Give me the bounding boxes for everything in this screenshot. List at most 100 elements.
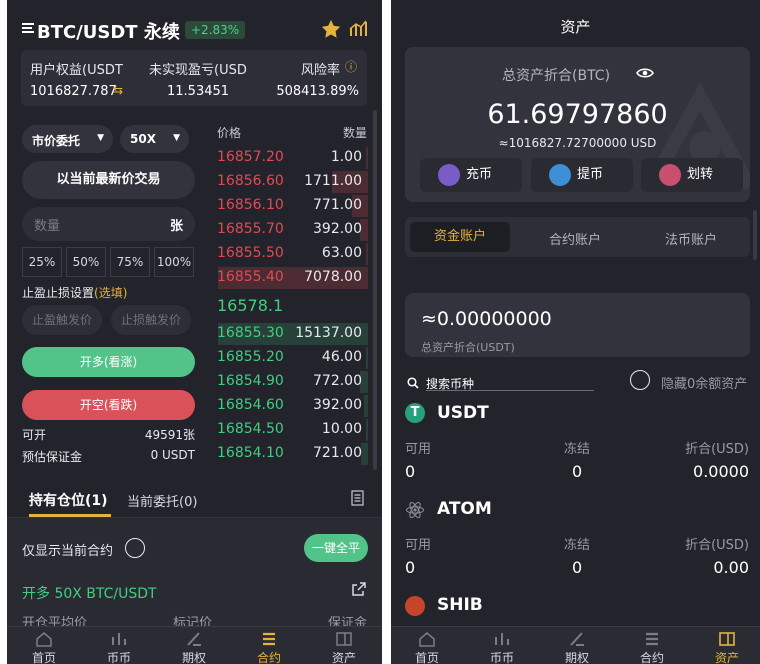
hide-zero-label: 隐藏0余额资产 [661, 377, 748, 392]
price-header: 价格 [217, 126, 242, 140]
open-long-button[interactable]: 开多(看涨) [22, 347, 195, 377]
percent-100-button[interactable]: 100% [154, 247, 194, 277]
coin-symbol-atom[interactable]: ATOM [437, 499, 492, 519]
orderbook-scrollbar[interactable] [373, 110, 377, 470]
ask-row[interactable]: 16855.50 63.00 [215, 242, 368, 266]
ask-qty: 771.00 [313, 197, 362, 213]
bid-depth-bar [366, 419, 368, 441]
bid-row[interactable]: 16854.10 721.00 [215, 442, 368, 466]
quantity-input[interactable]: 数量 张 [22, 207, 195, 241]
ask-qty: 63.00 [321, 245, 362, 261]
transfer-button[interactable]: 划转 [641, 158, 743, 192]
hide-zero-checkbox[interactable] [630, 370, 650, 390]
chart-icon[interactable] [348, 19, 368, 43]
tab-fiat-account[interactable]: 法币账户 [665, 229, 717, 248]
nav-contract[interactable]: 合约 [244, 631, 294, 664]
account-summary: 用户权益(USDT 1016827.787 ⇆ 未实现盈亏(USD 11.534… [21, 50, 367, 106]
pair-title[interactable]: BTC/USDT 永续 [37, 18, 180, 44]
nav-home[interactable]: 首页 [402, 631, 452, 664]
nav-contract[interactable]: 合约 [627, 631, 677, 664]
share-icon[interactable] [351, 581, 367, 601]
bottom-nav: 首页 币币 期权 合约 资产 [7, 626, 382, 664]
stop-loss-input[interactable]: 止损触发价 [111, 305, 191, 335]
deposit-icon [438, 164, 460, 186]
star-icon[interactable] [320, 18, 342, 44]
percent-50-button[interactable]: 50% [66, 247, 106, 277]
deposit-label: 充币 [466, 167, 493, 182]
tpsl-setting[interactable]: 止盈止损设置(选填) [22, 284, 127, 301]
nav-assets[interactable]: 资产 [319, 631, 369, 664]
tab-funding-account[interactable]: 资金账户 [410, 222, 510, 252]
bid-price: 16855.30 [217, 325, 284, 341]
position-tabs: 持有仓位(1) 当前委托(0) [7, 478, 382, 518]
last-price: 16578.1 [217, 296, 284, 315]
nav-options[interactable]: 期权 [169, 631, 219, 664]
nav-assets[interactable]: 资产 [702, 631, 752, 664]
nav-options[interactable]: 期权 [552, 631, 602, 664]
bid-row[interactable]: 16855.30 15137.00 [215, 322, 368, 346]
bid-qty: 772.00 [313, 373, 362, 389]
ask-price: 16856.60 [217, 173, 284, 189]
bid-row[interactable]: 16854.60 392.00 [215, 394, 368, 418]
ask-row[interactable]: 16856.60 1711.00 [215, 170, 368, 194]
eye-icon[interactable] [636, 65, 654, 84]
atom-frozen-label: 冻结 [564, 538, 591, 553]
ask-row[interactable]: 16855.40 7078.00 [215, 266, 368, 290]
bottom-nav: 首页 币币 期权 合约 资产 [391, 626, 760, 664]
margin-value: 0 USDT [150, 448, 195, 462]
spot-icon [495, 633, 509, 645]
ask-row[interactable]: 16857.20 1.00 [215, 146, 368, 170]
bid-row[interactable]: 16854.50 10.00 [215, 418, 368, 442]
ask-price: 16855.40 [217, 269, 284, 285]
bid-row[interactable]: 16855.20 46.00 [215, 346, 368, 370]
latest-price-button[interactable]: 以当前最新价交易 [22, 161, 195, 199]
tab-open-orders[interactable]: 当前委托(0) [127, 491, 197, 510]
open-short-button[interactable]: 开空(看跌) [22, 390, 195, 420]
take-profit-input[interactable]: 止盈触发价 [22, 305, 102, 335]
ask-qty: 7078.00 [304, 269, 362, 285]
bid-qty: 15137.00 [295, 325, 362, 341]
bid-row[interactable]: 16854.90 772.00 [215, 370, 368, 394]
bid-depth-bar [366, 347, 368, 369]
swap-icon[interactable]: ⇆ [113, 83, 123, 97]
position-title: 开多 50X BTC/USDT [22, 586, 157, 602]
coin-search-input[interactable]: 搜索币种 [426, 373, 594, 391]
deposit-button[interactable]: 充币 [420, 158, 522, 192]
quantity-unit: 张 [169, 219, 183, 234]
available-value: 49591张 [144, 428, 195, 442]
bid-qty: 10.00 [321, 421, 362, 437]
percent-75-button[interactable]: 75% [110, 247, 150, 277]
nav-options-label: 期权 [564, 651, 589, 664]
menu-icon[interactable] [21, 20, 35, 34]
tab-underline [29, 514, 111, 517]
balance-label: 总资产折合(USDT) [421, 341, 515, 354]
coin-symbol-usdt[interactable]: USDT [437, 403, 489, 423]
options-icon [570, 632, 584, 646]
nav-spot[interactable]: 币币 [94, 631, 144, 664]
percent-25-button[interactable]: 25% [22, 247, 62, 277]
nav-contract-label: 合约 [639, 651, 664, 664]
tab-contract-account[interactable]: 合约账户 [549, 229, 601, 248]
nav-home[interactable]: 首页 [19, 631, 69, 664]
document-icon[interactable] [351, 490, 364, 510]
ask-row[interactable]: 16855.70 392.00 [215, 218, 368, 242]
withdraw-button[interactable]: 提币 [531, 158, 633, 192]
shib-icon [405, 596, 425, 616]
nav-spot[interactable]: 币币 [477, 631, 527, 664]
order-type-select[interactable]: 市价委托 ▼ [22, 125, 113, 153]
ask-row[interactable]: 16856.10 771.00 [215, 194, 368, 218]
leverage-select[interactable]: 50X ▼ [120, 125, 189, 153]
ask-price: 16856.10 [217, 197, 284, 213]
scrollbar[interactable] [753, 210, 757, 260]
close-all-button[interactable]: 一键全平 [304, 534, 368, 562]
tab-positions[interactable]: 持有仓位(1) [29, 490, 108, 510]
usdt-available: 0 [405, 462, 416, 481]
only-current-checkbox[interactable] [125, 538, 145, 558]
coin-symbol-shib[interactable]: SHIB [437, 595, 483, 615]
info-icon[interactable]: ⓘ [345, 58, 357, 75]
usdt-available-label: 可用 [405, 442, 432, 457]
usdt-worth-label: 折合(USD) [685, 442, 749, 457]
usdt-frozen-label: 冻结 [564, 442, 591, 457]
transfer-label: 划转 [687, 167, 714, 182]
atom-worth: 0.00 [713, 558, 749, 577]
